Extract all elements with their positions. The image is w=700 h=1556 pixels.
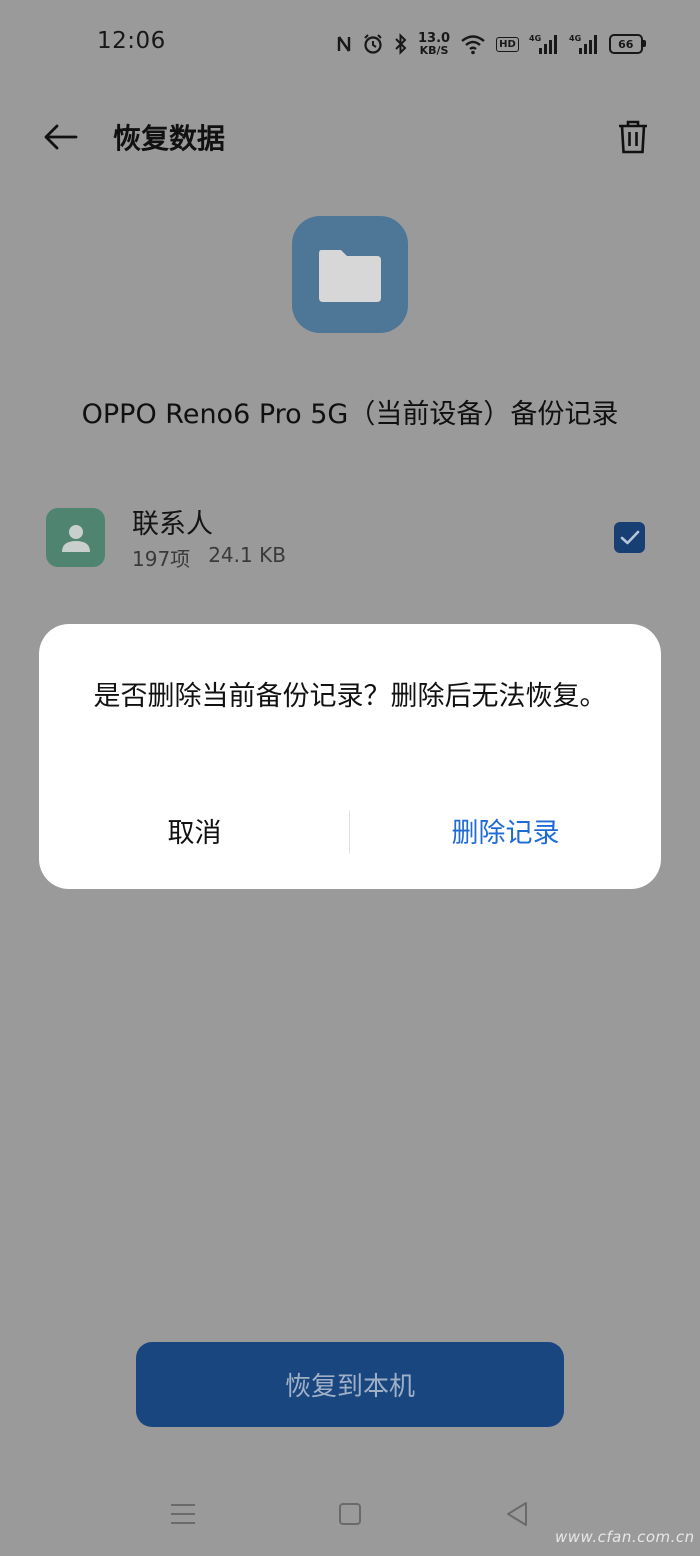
contacts-size: 24.1 KB <box>208 543 286 567</box>
menu-icon <box>171 1504 195 1524</box>
alarm-icon <box>362 33 384 55</box>
status-icons: 13.0 KB/S HD 4G 4G 66 <box>336 30 646 58</box>
backup-device-title: OPPO Reno6 Pro 5G（当前设备）备份记录 <box>81 399 619 430</box>
home-square-icon <box>339 1503 361 1525</box>
contact-person-icon <box>61 524 90 552</box>
page-title: 恢复数据 <box>113 122 226 155</box>
bluetooth-icon <box>394 33 408 55</box>
contacts-item-meta: 197项 24.1 KB <box>132 543 286 572</box>
status-time: 12:06 <box>97 28 166 54</box>
svg-text:4G: 4G <box>569 34 581 43</box>
back-button[interactable] <box>36 114 86 160</box>
delete-backup-button[interactable] <box>608 114 658 160</box>
check-icon <box>620 530 639 544</box>
restore-to-device-button[interactable]: 恢复到本机 <box>136 1342 564 1427</box>
contacts-app-icon <box>46 508 105 567</box>
contacts-checkbox[interactable] <box>614 522 645 553</box>
delete-confirm-dialog: 是否删除当前备份记录？删除后无法恢复。 取消 删除记录 <box>39 624 661 889</box>
delete-record-button[interactable]: 删除记录 <box>350 804 661 856</box>
contacts-item-label: 联系人 <box>132 509 213 540</box>
contacts-count: 197项 <box>132 547 191 571</box>
svg-text:4G: 4G <box>529 34 541 43</box>
dialog-message: 是否删除当前备份记录？删除后无法恢复。 <box>93 681 607 712</box>
backup-folder-tile <box>292 216 408 333</box>
back-triangle-icon <box>507 1502 527 1526</box>
watermark: www.cfan.com.cn <box>555 1528 695 1546</box>
arrow-left-icon <box>44 124 78 150</box>
wifi-icon <box>460 33 486 55</box>
folder-icon <box>319 249 381 302</box>
nav-menu-button[interactable] <box>163 1494 203 1534</box>
nav-back-button[interactable] <box>497 1494 537 1534</box>
network-speed: 13.0 KB/S <box>418 31 451 57</box>
signal-icon-sim2: 4G <box>569 33 599 55</box>
battery-icon: 66 <box>608 34 646 54</box>
signal-icon-sim1: 4G <box>529 33 559 55</box>
hd-voice-badge: HD <box>496 36 519 52</box>
trash-icon <box>619 120 647 154</box>
cancel-button[interactable]: 取消 <box>39 804 350 856</box>
nfc-icon <box>336 34 352 54</box>
nav-home-button[interactable] <box>330 1494 370 1534</box>
